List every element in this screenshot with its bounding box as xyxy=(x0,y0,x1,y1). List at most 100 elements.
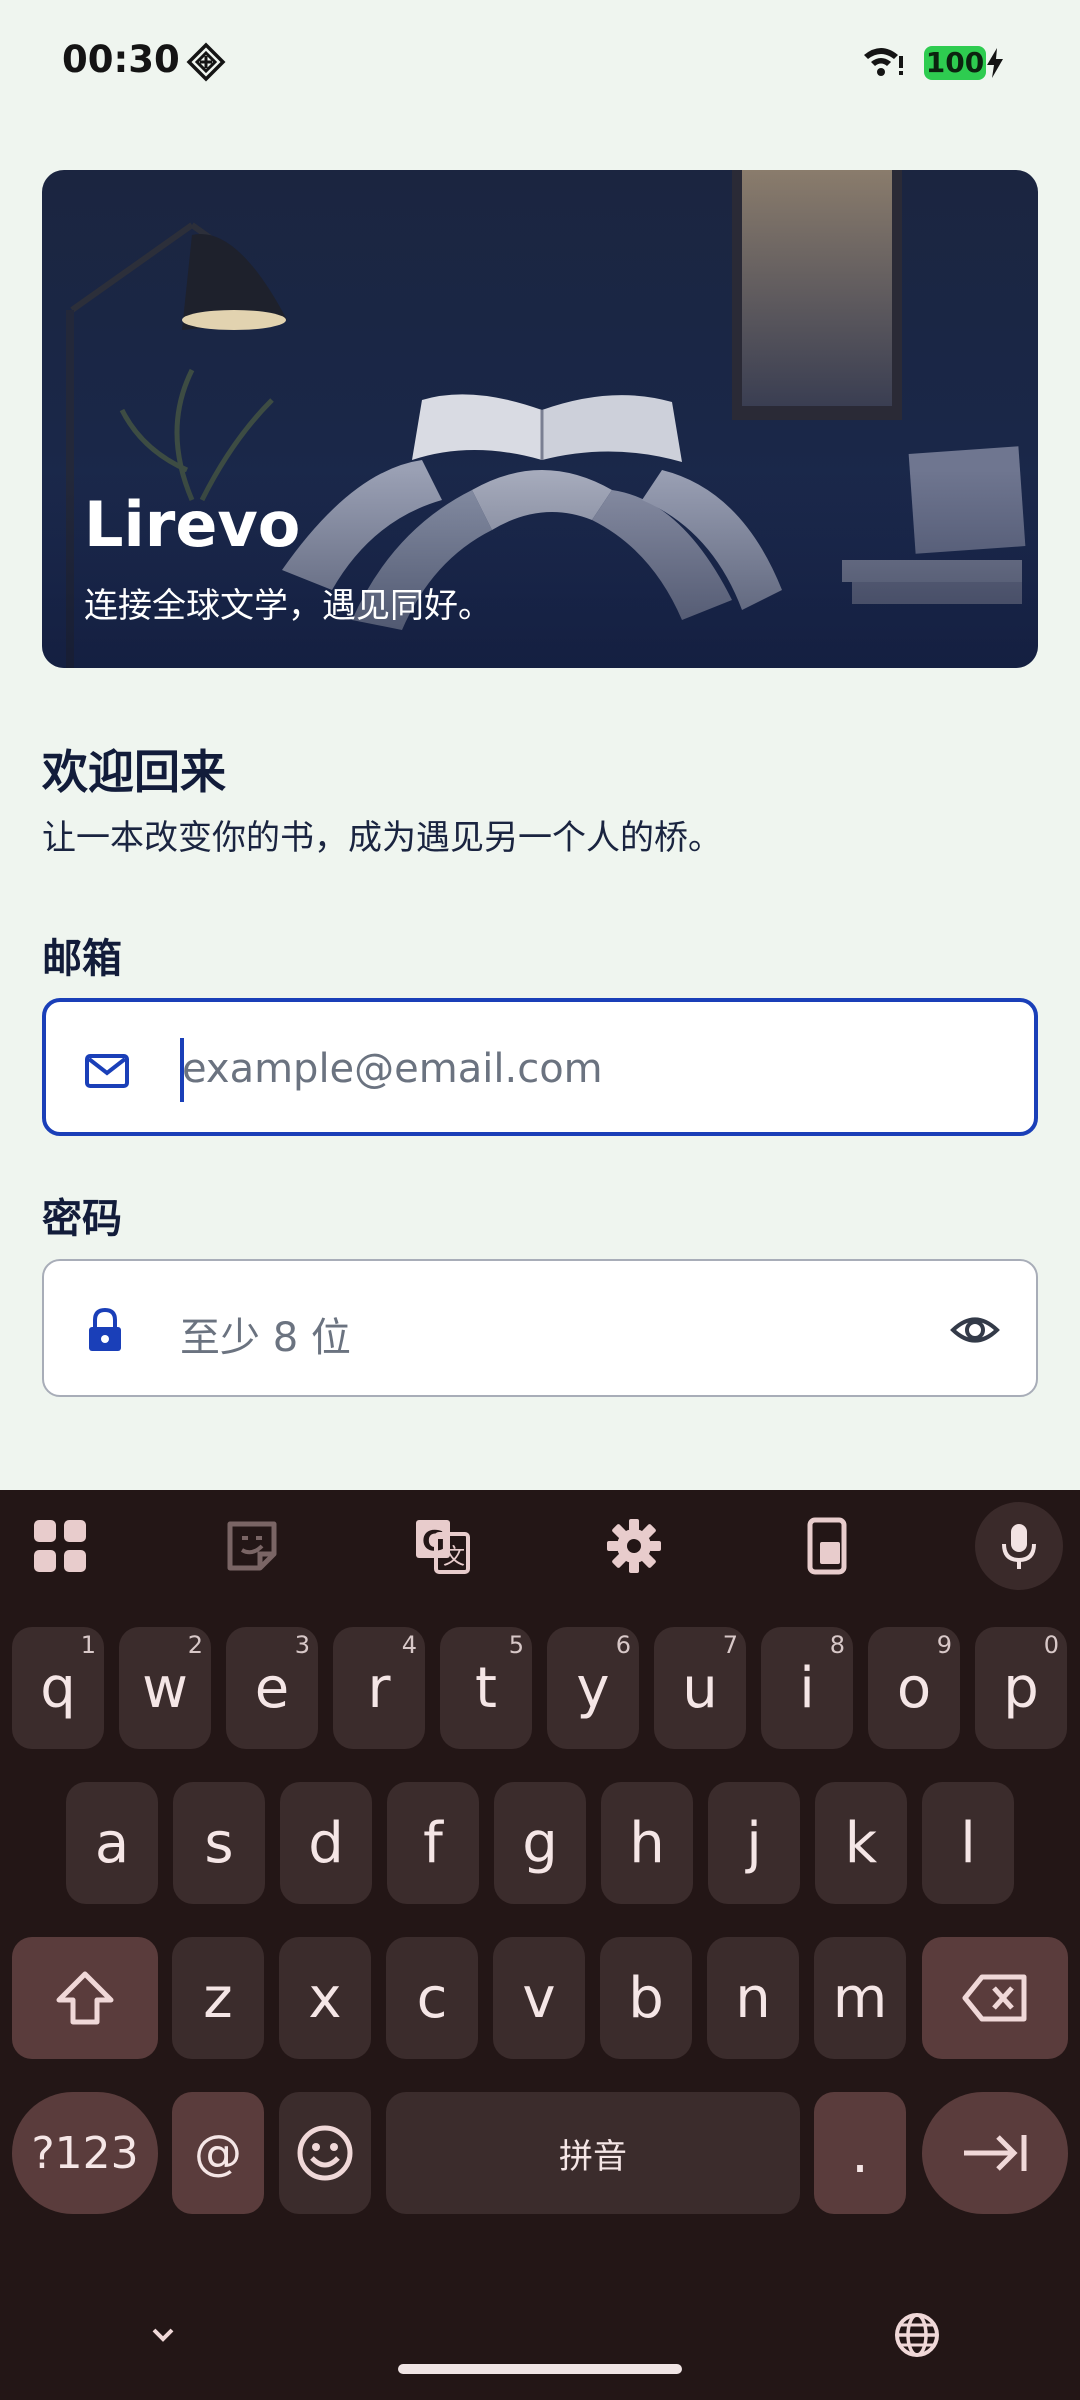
key-label: v xyxy=(522,1965,556,2031)
language-globe-icon[interactable] xyxy=(892,2310,942,2360)
key-label: s xyxy=(204,1810,234,1876)
key-x[interactable]: x xyxy=(279,1937,371,2059)
key-label: c xyxy=(416,1965,448,2031)
key-number-hint: 7 xyxy=(722,1631,738,1659)
key-l[interactable]: l xyxy=(922,1782,1014,1904)
key-label: h xyxy=(629,1810,665,1876)
key-h[interactable]: h xyxy=(601,1782,693,1904)
tab-arrow-icon xyxy=(964,2135,1027,2171)
key-f[interactable]: f xyxy=(387,1782,479,1904)
key-q[interactable]: q1 xyxy=(12,1627,104,1749)
voice-input-button[interactable] xyxy=(975,1502,1063,1590)
key-r[interactable]: r4 xyxy=(333,1627,425,1749)
key-label: m xyxy=(832,1965,888,2031)
key-number-hint: 2 xyxy=(187,1631,203,1659)
key-label: i xyxy=(799,1655,815,1721)
key-label: p xyxy=(1003,1655,1039,1721)
key-o[interactable]: o9 xyxy=(868,1627,960,1749)
home-indicator[interactable] xyxy=(398,2364,682,2374)
key-u[interactable]: u7 xyxy=(654,1627,746,1749)
key-y[interactable]: y6 xyxy=(547,1627,639,1749)
key-v[interactable]: v xyxy=(493,1937,585,2059)
key-c[interactable]: c xyxy=(386,1937,478,2059)
key-label: d xyxy=(308,1810,344,1876)
welcome-title: 欢迎回来 xyxy=(42,745,226,799)
welcome-subtitle: 让一本改变你的书，成为遇见另一个人的桥。 xyxy=(42,818,722,858)
key-number-hint: 8 xyxy=(829,1631,845,1659)
shift-key[interactable] xyxy=(12,1937,158,2059)
key-label: w xyxy=(142,1655,188,1721)
data-saver-icon xyxy=(186,42,226,82)
password-label: 密码 xyxy=(42,1196,122,1242)
shift-icon xyxy=(56,1971,114,2025)
emoji-key[interactable] xyxy=(279,2092,371,2214)
key-number-hint: 1 xyxy=(80,1631,96,1659)
key-t[interactable]: t5 xyxy=(440,1627,532,1749)
key-label: j xyxy=(746,1810,762,1876)
mail-icon xyxy=(85,1054,129,1088)
app-tagline: 连接全球文学，遇见同好。 xyxy=(84,586,492,626)
key-label: u xyxy=(682,1655,718,1721)
key-d[interactable]: d xyxy=(280,1782,372,1904)
wifi-icon xyxy=(864,48,903,76)
key-e[interactable]: e3 xyxy=(226,1627,318,1749)
key-label: l xyxy=(960,1810,976,1876)
password-placeholder: 至少 8 位 xyxy=(180,1315,351,1361)
microphone-icon xyxy=(1002,1524,1036,1569)
svg-text:G: G xyxy=(422,1524,445,1557)
symbols-key[interactable]: ?123 xyxy=(12,2092,158,2214)
key-label: r xyxy=(367,1655,391,1721)
at-key[interactable]: @ xyxy=(172,2092,264,2214)
charging-icon xyxy=(987,48,1003,78)
status-bar: 00:30 100 xyxy=(0,0,1080,130)
show-password-icon[interactable] xyxy=(950,1307,1000,1353)
password-field[interactable]: 至少 8 位 xyxy=(42,1259,1038,1397)
key-number-hint: 0 xyxy=(1043,1631,1059,1659)
sticker-icon[interactable] xyxy=(222,1516,282,1576)
key-b[interactable]: b xyxy=(600,1937,692,2059)
email-placeholder: example@email.com xyxy=(182,1046,603,1092)
key-g[interactable]: g xyxy=(494,1782,586,1904)
key-label: a xyxy=(94,1810,130,1876)
email-field[interactable]: example@email.com xyxy=(42,998,1038,1136)
emoji-icon xyxy=(297,2125,353,2181)
key-k[interactable]: k xyxy=(815,1782,907,1904)
key-label: z xyxy=(203,1965,233,2031)
key-number-hint: 6 xyxy=(615,1631,631,1659)
key-label: q xyxy=(40,1655,76,1721)
key-m[interactable]: m xyxy=(814,1937,906,2059)
backspace-key[interactable] xyxy=(922,1937,1068,2059)
key-number-hint: 3 xyxy=(294,1631,310,1659)
key-label: e xyxy=(254,1655,290,1721)
apps-grid-icon[interactable] xyxy=(30,1516,90,1576)
svg-text:文: 文 xyxy=(443,1545,465,1570)
period-key[interactable]: . xyxy=(814,2092,906,2214)
hide-keyboard-icon[interactable] xyxy=(138,2310,188,2360)
key-w[interactable]: w2 xyxy=(119,1627,211,1749)
key-label: y xyxy=(576,1655,610,1721)
backspace-icon xyxy=(962,1974,1027,2022)
status-time: 00:30 xyxy=(62,38,180,81)
key-label: x xyxy=(308,1965,342,2031)
battery-indicator: 100 xyxy=(924,46,986,80)
key-a[interactable]: a xyxy=(66,1782,158,1904)
space-key[interactable]: 拼音 xyxy=(386,2092,800,2214)
clipboard-phone-icon[interactable] xyxy=(798,1516,858,1576)
key-i[interactable]: i8 xyxy=(761,1627,853,1749)
key-z[interactable]: z xyxy=(172,1937,264,2059)
key-label: o xyxy=(896,1655,932,1721)
key-s[interactable]: s xyxy=(173,1782,265,1904)
key-j[interactable]: j xyxy=(708,1782,800,1904)
next-field-key[interactable] xyxy=(922,2092,1068,2214)
key-label: t xyxy=(475,1655,497,1721)
key-label: k xyxy=(844,1810,878,1876)
key-number-hint: 9 xyxy=(936,1631,952,1659)
key-number-hint: 4 xyxy=(401,1631,417,1659)
settings-gear-icon[interactable] xyxy=(604,1516,664,1576)
translate-icon[interactable]: G 文 xyxy=(412,1516,472,1576)
key-n[interactable]: n xyxy=(707,1937,799,2059)
key-p[interactable]: p0 xyxy=(975,1627,1067,1749)
key-label: n xyxy=(735,1965,771,2031)
key-number-hint: 5 xyxy=(508,1631,524,1659)
key-label: b xyxy=(628,1965,664,2031)
